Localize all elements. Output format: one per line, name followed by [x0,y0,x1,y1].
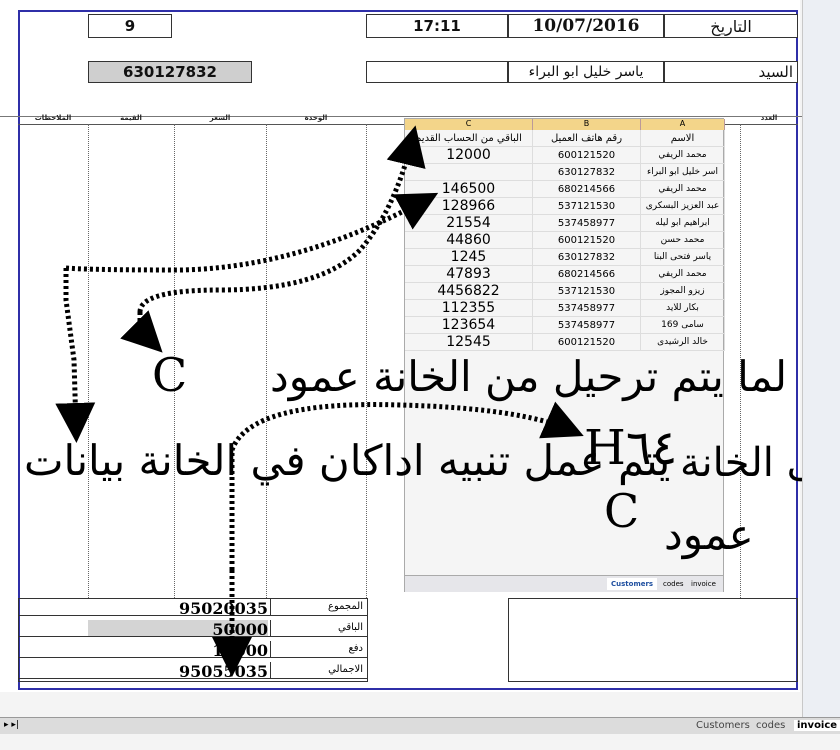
cell-remaining[interactable]: 1245 [405,249,533,266]
total-row-grand[interactable]: 95055035 الاجمالي [18,662,368,681]
cell-name[interactable]: محمد الريفي [641,266,725,283]
cell-remaining[interactable]: 4456822 [405,283,533,300]
cell-name[interactable]: محمد الريفي [641,147,725,164]
annotation-line1: اريد لما يتم ترحيل من الخانة عمود [270,352,840,401]
cell-name[interactable]: زيزو المجوز [641,283,725,300]
col-unit: الوحدة [304,114,328,122]
cell-phone[interactable]: 630127832 [533,249,641,266]
col-notes: الملاحظات [34,114,72,122]
sheet-tab-codes[interactable]: codes [756,720,785,731]
annotation-c-left: C [152,348,188,402]
cell-remaining[interactable]: 146500 [405,181,533,198]
cell-remaining[interactable]: 112355 [405,300,533,317]
phone-cell[interactable]: 630127832 [88,61,252,83]
total-row-paid[interactable]: 15000 دفع [18,641,368,660]
cell-name[interactable]: اسر خليل ابو البراء [641,164,725,181]
cell-remaining[interactable]: 47893 [405,266,533,283]
col-value: القيمة [120,114,142,122]
annotation-line3: عمود [664,510,754,559]
cell-phone[interactable]: 537121530 [533,283,641,300]
date-cell[interactable]: 10/07/2016 [508,14,664,38]
customer-label-cell: السيد [664,61,798,83]
cell-name[interactable]: سامى 169 [641,317,725,334]
cell-phone[interactable]: 600121520 [533,147,641,164]
signature-box [508,598,798,682]
sheet-tab-bar: ▸ ▸| Customers codes invoice [0,717,840,734]
annotation-h64: H٦٤ [584,420,678,476]
time-cell[interactable]: 17:11 [366,14,508,38]
blank-name-cell[interactable] [366,61,508,83]
cell-name[interactable]: عبد العزيز البسكرى [641,198,725,215]
cell-name[interactable]: ياسر فتحى البنا [641,249,725,266]
col-divider [88,124,89,598]
cell-remaining[interactable]: 123654 [405,317,533,334]
col-count: العدد [760,114,778,122]
cell-name[interactable]: خالد الرشيدى [641,334,725,351]
cell-remaining[interactable]: 128966 [405,198,533,215]
col-letter-a: A [641,119,725,130]
sheet-tab-invoice[interactable]: invoice [794,720,840,731]
total-row-sum[interactable]: 95020035 المجموع [18,599,368,618]
cell-phone[interactable]: 680214566 [533,181,641,198]
date-label-cell: التاريخ [664,14,798,38]
cell-name[interactable]: محمد الريفي [641,181,725,198]
col-price: السعر [209,114,231,122]
invoice-number-cell[interactable]: 9 [88,14,172,38]
annotation-c-bottom: C [604,484,640,538]
cell-remaining[interactable]: 44860 [405,232,533,249]
preview-tab-bar: Customers codes invoice [405,575,723,592]
tab-nav-arrows[interactable]: ▸ ▸| [4,720,19,730]
cell-phone[interactable]: 600121520 [533,334,641,351]
cell-name[interactable]: ابراهيم ابو ليله [641,215,725,232]
header-name[interactable]: الاسم [641,130,725,147]
cell-phone[interactable]: 600121520 [533,232,641,249]
vertical-scrollbar-area[interactable] [802,0,840,717]
col-divider [266,124,267,598]
total-row-remaining[interactable]: 50000 الباقي [18,620,368,639]
cell-name[interactable]: بكار للايد [641,300,725,317]
preview-tab-customers[interactable]: Customers [607,578,658,590]
cell-name[interactable]: محمد حسن [641,232,725,249]
header-remaining[interactable]: الباقي من الحساب القديم [405,130,533,147]
preview-tab-invoice[interactable]: invoice [687,578,720,590]
col-letter-b: B [533,119,641,130]
cell-remaining[interactable] [405,164,533,181]
cell-phone[interactable]: 680214566 [533,266,641,283]
cell-phone[interactable]: 537458977 [533,215,641,232]
cell-remaining[interactable]: 12545 [405,334,533,351]
preview-tab-codes[interactable]: codes [659,578,688,590]
cell-remaining[interactable]: 21554 [405,215,533,232]
cell-remaining[interactable]: 12000 [405,147,533,164]
cell-phone[interactable]: 537121530 [533,198,641,215]
cell-phone[interactable]: 537458977 [533,300,641,317]
customer-name-cell[interactable]: ياسر خليل ابو البراء [508,61,664,83]
annotation-line2b: يتم عمل تنبيه اداكان في الخانة بيانات [24,436,671,485]
cell-phone[interactable]: 537458977 [533,317,641,334]
cell-phone[interactable]: 630127832 [533,164,641,181]
header-phone[interactable]: رقم هاتف العميل [533,130,641,147]
col-letter-c: C [405,119,533,130]
sheet-tab-customers[interactable]: Customers [696,720,750,731]
